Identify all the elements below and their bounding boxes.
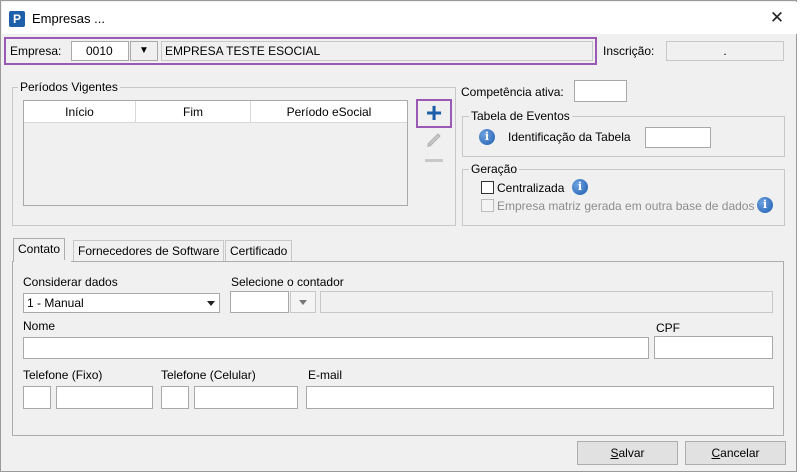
- contador-code-input[interactable]: [230, 291, 289, 313]
- telefone-fixo-numero-input[interactable]: [56, 386, 153, 409]
- plus-icon: +: [425, 97, 443, 128]
- tabela-eventos-legend: Tabela de Eventos: [469, 109, 572, 123]
- empresa-dropdown-button[interactable]: ▼: [130, 41, 158, 61]
- selecione-contador-label: Selecione o contador: [231, 275, 344, 289]
- considerar-dados-label: Considerar dados: [23, 275, 118, 289]
- add-periodo-button[interactable]: +: [416, 97, 452, 128]
- cancelar-accelerator: C: [711, 446, 721, 460]
- column-header-periodo-esocial[interactable]: Período eSocial: [251, 101, 407, 123]
- empresa-matriz-checkbox[interactable]: [481, 199, 494, 212]
- dialog-window: P Empresas ... ✕ Empresa: 0010 ▼ EMPRESA…: [0, 0, 797, 472]
- identificacao-tabela-input[interactable]: [645, 127, 711, 148]
- tab-contato[interactable]: Contato: [13, 238, 66, 262]
- salvar-label-rest: alvar: [618, 446, 645, 460]
- minus-icon: [425, 159, 443, 162]
- nome-input[interactable]: [23, 337, 649, 359]
- periodos-table-header: Início Fim Período eSocial: [24, 101, 407, 123]
- tab-certificado[interactable]: Certificado: [225, 240, 293, 262]
- close-icon[interactable]: ✕: [766, 8, 788, 28]
- salvar-button[interactable]: Salvar: [577, 441, 678, 465]
- empresa-code-value: 0010: [86, 44, 113, 58]
- geracao-groupbox: [462, 169, 785, 226]
- empresa-matriz-label: Empresa matriz gerada em outra base de d…: [497, 199, 755, 213]
- empresa-code-input[interactable]: 0010: [71, 41, 129, 61]
- email-input[interactable]: [306, 386, 774, 409]
- pencil-icon: [427, 133, 441, 147]
- competencia-input[interactable]: [574, 80, 627, 102]
- cpf-input[interactable]: [654, 336, 773, 359]
- centralizada-checkbox[interactable]: [481, 181, 494, 194]
- centralizada-label: Centralizada: [497, 181, 565, 195]
- considerar-dados-select[interactable]: 1 - Manual: [23, 293, 220, 313]
- info-icon[interactable]: i: [479, 129, 495, 145]
- periodos-table[interactable]: Início Fim Período eSocial: [23, 100, 408, 206]
- empresa-label: Empresa:: [10, 44, 62, 58]
- inscricao-label: Inscrição:: [603, 44, 655, 58]
- chevron-down-icon: [299, 300, 307, 305]
- telefone-celular-numero-input[interactable]: [194, 386, 298, 409]
- tab-contato-join: [14, 260, 71, 262]
- column-header-inicio[interactable]: Início: [24, 101, 136, 123]
- email-label: E-mail: [308, 368, 343, 382]
- info-icon[interactable]: i: [572, 179, 588, 195]
- window-title: Empresas ...: [32, 11, 105, 26]
- cpf-label: CPF: [656, 321, 680, 335]
- telefone-celular-ddd-input[interactable]: [161, 386, 189, 409]
- info-icon[interactable]: i: [757, 197, 773, 213]
- edit-periodo-button[interactable]: [424, 130, 444, 148]
- column-header-fim[interactable]: Fim: [136, 101, 251, 123]
- empresa-name-value: EMPRESA TESTE ESOCIAL: [165, 44, 321, 58]
- telefone-celular-label: Telefone (Celular): [161, 368, 256, 382]
- chevron-down-icon: ▼: [139, 45, 149, 56]
- telefone-fixo-ddd-input[interactable]: [23, 386, 51, 409]
- nome-label: Nome: [23, 319, 56, 333]
- remove-periodo-button[interactable]: [424, 153, 444, 167]
- inscricao-field: .: [666, 41, 784, 61]
- salvar-accelerator: S: [610, 446, 619, 460]
- periodos-legend: Períodos Vigentes: [18, 80, 120, 94]
- tab-fornecedores-de-software[interactable]: Fornecedores de Software: [73, 240, 225, 262]
- telefone-fixo-label: Telefone (Fixo): [23, 368, 103, 382]
- chevron-down-icon: [204, 295, 218, 311]
- competencia-label: Competência ativa:: [461, 85, 564, 99]
- empresa-name-field: EMPRESA TESTE ESOCIAL: [161, 41, 593, 61]
- considerar-dados-value: 1 - Manual: [27, 296, 84, 310]
- contador-name-field: [320, 291, 773, 313]
- identificacao-tabela-label: Identificação da Tabela: [508, 130, 631, 144]
- cancelar-button[interactable]: Cancelar: [685, 441, 786, 465]
- geracao-legend: Geração: [469, 162, 520, 176]
- app-logo-icon: P: [9, 11, 25, 27]
- inscricao-value: .: [723, 44, 727, 58]
- title-bar: [2, 2, 797, 34]
- contador-dropdown-button[interactable]: [290, 291, 316, 313]
- cancelar-label-rest: ancelar: [720, 446, 760, 460]
